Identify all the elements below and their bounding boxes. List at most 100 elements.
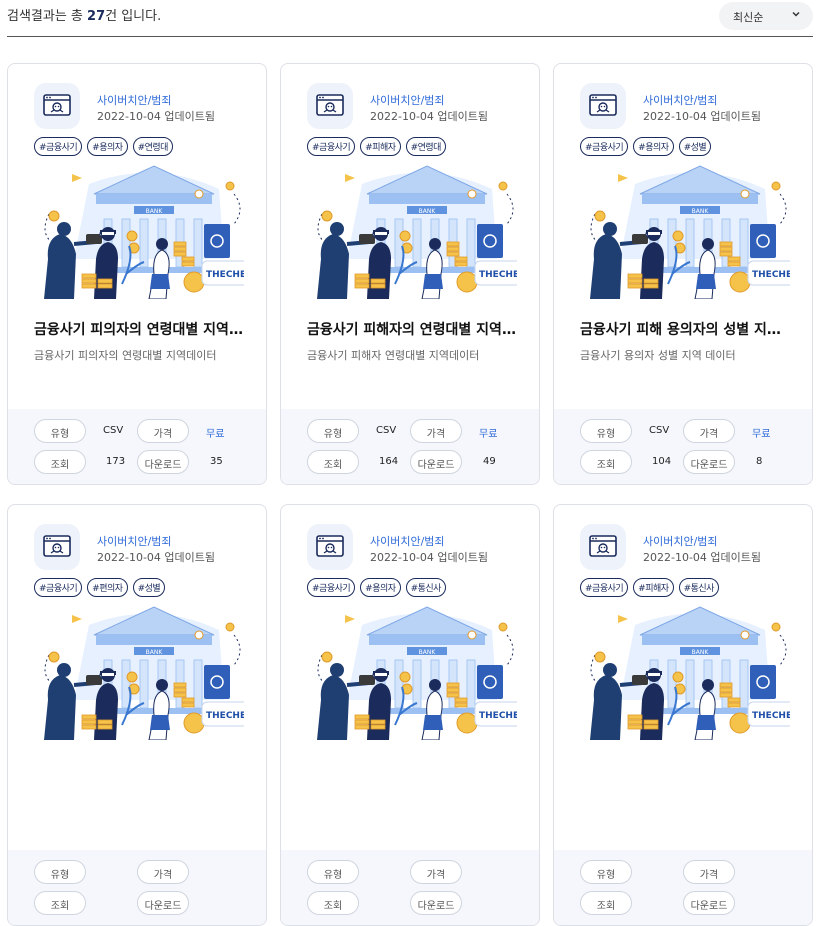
hashtag-chip[interactable]: #용의자: [360, 578, 401, 597]
card-category[interactable]: 사이버치안/범죄: [97, 533, 172, 549]
card-description: 금융사기 피해자 연령대별 지역데이터: [307, 349, 480, 362]
crime-category-icon: [580, 524, 626, 570]
results-header: 검색결과는 총 27건 입니다. 최신순: [7, 0, 813, 37]
dataset-card[interactable]: 사이버치안/범죄 2022-10-04 업데이트됨 #금융사기 #용의자 #연령대 …: [7, 63, 267, 485]
card-meta: 유형 CSV 가격 무료 조회 164 다운로드 49: [281, 409, 539, 484]
price-label: 가격: [683, 419, 735, 443]
card-description: 금융사기 용의자 성별 지역 데이터: [580, 349, 736, 362]
hashtag-chip[interactable]: #성별: [678, 137, 712, 156]
hashtag-chip[interactable]: #금융사기: [307, 578, 356, 597]
price-label: 가격: [683, 860, 735, 884]
downloads-label: 다운로드: [683, 450, 735, 474]
svg-text:THECHEAT: THECHEAT: [206, 270, 244, 280]
result-suffix: 건 입니다.: [105, 9, 162, 24]
type-label: 유형: [580, 860, 632, 884]
hashtag-chip[interactable]: #금융사기: [34, 578, 83, 597]
downloads-value: 35: [210, 456, 223, 467]
chevron-down-icon: [792, 11, 800, 17]
type-label: 유형: [580, 419, 632, 443]
type-value: CSV: [649, 425, 670, 436]
views-label: 조회: [580, 450, 632, 474]
card-meta: 유형 가격 조회 다운로드: [281, 850, 539, 925]
hashtag-chip[interactable]: #피해자: [360, 137, 401, 156]
fraud-bank-illustration: BANK THECH: [317, 165, 517, 299]
price-label: 가격: [137, 419, 189, 443]
svg-text:BANK: BANK: [146, 208, 164, 215]
card-meta: 유형 CSV 가격 무료 조회 173 다운로드 35: [8, 409, 266, 484]
card-title[interactable]: 금융사기 피해 용의자의 성별 지…: [580, 319, 795, 339]
price-value: 무료: [752, 429, 771, 440]
card-title[interactable]: 금융사기 피해자의 연령대별 지역…: [307, 319, 522, 339]
price-label: 가격: [410, 419, 462, 443]
card-updated-date: 2022-10-04 업데이트됨: [97, 551, 216, 564]
svg-text:BANK: BANK: [146, 649, 164, 656]
hashtag-chip[interactable]: #연령대: [405, 137, 446, 156]
hashtag-chip[interactable]: #피해자: [633, 578, 674, 597]
views-value: 173: [106, 456, 126, 467]
downloads-label: 다운로드: [137, 891, 189, 915]
views-label: 조회: [307, 450, 359, 474]
downloads-label: 다운로드: [410, 450, 462, 474]
fraud-bank-illustration: BANK THECH: [44, 606, 244, 740]
result-prefix: 검색결과는 총: [7, 9, 88, 24]
crime-category-icon: [34, 524, 80, 570]
svg-text:THECHEAT: THECHEAT: [752, 711, 790, 721]
fraud-bank-illustration: BANK THECH: [317, 606, 517, 740]
downloads-label: 다운로드: [137, 450, 189, 474]
hashtag-chip[interactable]: #통신사: [678, 578, 719, 597]
type-label: 유형: [307, 860, 359, 884]
hashtag-chip[interactable]: #성별: [132, 578, 166, 597]
hashtag-chip[interactable]: #용의자: [633, 137, 674, 156]
tag-list: #금융사기 #피해자 #연령대: [307, 137, 446, 156]
type-value: CSV: [376, 425, 397, 436]
tag-list: #금융사기 #편의자 #성별: [34, 578, 166, 597]
card-category[interactable]: 사이버치안/범죄: [370, 92, 445, 108]
fraud-bank-illustration: BANK THECH: [590, 606, 790, 740]
card-updated-date: 2022-10-04 업데이트됨: [643, 110, 762, 123]
hashtag-chip[interactable]: #용의자: [87, 137, 128, 156]
hashtag-chip[interactable]: #금융사기: [580, 137, 629, 156]
price-label: 가격: [410, 860, 462, 884]
card-description: 금융사기 피의자의 연령대별 지역데이터: [34, 349, 217, 362]
card-meta: 유형 가격 조회 다운로드: [8, 850, 266, 925]
crime-category-icon: [34, 83, 80, 129]
price-label: 가격: [137, 860, 189, 884]
card-category[interactable]: 사이버치안/범죄: [370, 533, 445, 549]
svg-text:THECHEAT: THECHEAT: [752, 270, 790, 280]
svg-text:THECHEAT: THECHEAT: [479, 711, 517, 721]
dataset-card[interactable]: 사이버치안/범죄 2022-10-04 업데이트됨 #금융사기 #용의자 #통신사 …: [280, 504, 540, 926]
hashtag-chip[interactable]: #금융사기: [34, 137, 83, 156]
svg-text:BANK: BANK: [419, 649, 437, 656]
svg-text:BANK: BANK: [419, 208, 437, 215]
hashtag-chip[interactable]: #금융사기: [307, 137, 356, 156]
dataset-card[interactable]: 사이버치안/범죄 2022-10-04 업데이트됨 #금융사기 #피해자 #통신사 …: [553, 504, 813, 926]
crime-category-icon: [580, 83, 626, 129]
hashtag-chip[interactable]: #통신사: [405, 578, 446, 597]
downloads-value: 8: [756, 456, 763, 467]
card-category[interactable]: 사이버치안/범죄: [643, 92, 718, 108]
dataset-card[interactable]: 사이버치안/범죄 2022-10-04 업데이트됨 #금융사기 #편의자 #성별 B…: [7, 504, 267, 926]
hashtag-chip[interactable]: #연령대: [132, 137, 173, 156]
price-value: 무료: [206, 429, 225, 440]
card-title[interactable]: 금융사기 피의자의 연령대별 지역…: [34, 319, 249, 339]
views-label: 조회: [34, 891, 86, 915]
dataset-card[interactable]: 사이버치안/범죄 2022-10-04 업데이트됨 #금융사기 #피해자 #연령대 …: [280, 63, 540, 485]
card-updated-date: 2022-10-04 업데이트됨: [97, 110, 216, 123]
hashtag-chip[interactable]: #편의자: [87, 578, 128, 597]
card-updated-date: 2022-10-04 업데이트됨: [643, 551, 762, 564]
views-value: 104: [652, 456, 672, 467]
hashtag-chip[interactable]: #금융사기: [580, 578, 629, 597]
views-label: 조회: [580, 891, 632, 915]
dataset-card[interactable]: 사이버치안/범죄 2022-10-04 업데이트됨 #금융사기 #용의자 #성별 B…: [553, 63, 813, 485]
card-updated-date: 2022-10-04 업데이트됨: [370, 110, 489, 123]
card-updated-date: 2022-10-04 업데이트됨: [370, 551, 489, 564]
tag-list: #금융사기 #용의자 #성별: [580, 137, 712, 156]
price-value: 무료: [479, 429, 498, 440]
sort-dropdown[interactable]: 최신순: [719, 2, 813, 30]
card-meta: 유형 CSV 가격 무료 조회 104 다운로드 8: [554, 409, 812, 484]
card-category[interactable]: 사이버치안/범죄: [97, 92, 172, 108]
result-count-text: 검색결과는 총 27건 입니다.: [7, 5, 161, 24]
card-category[interactable]: 사이버치안/범죄: [643, 533, 718, 549]
svg-text:THECHEAT: THECHEAT: [206, 711, 244, 721]
downloads-label: 다운로드: [683, 891, 735, 915]
